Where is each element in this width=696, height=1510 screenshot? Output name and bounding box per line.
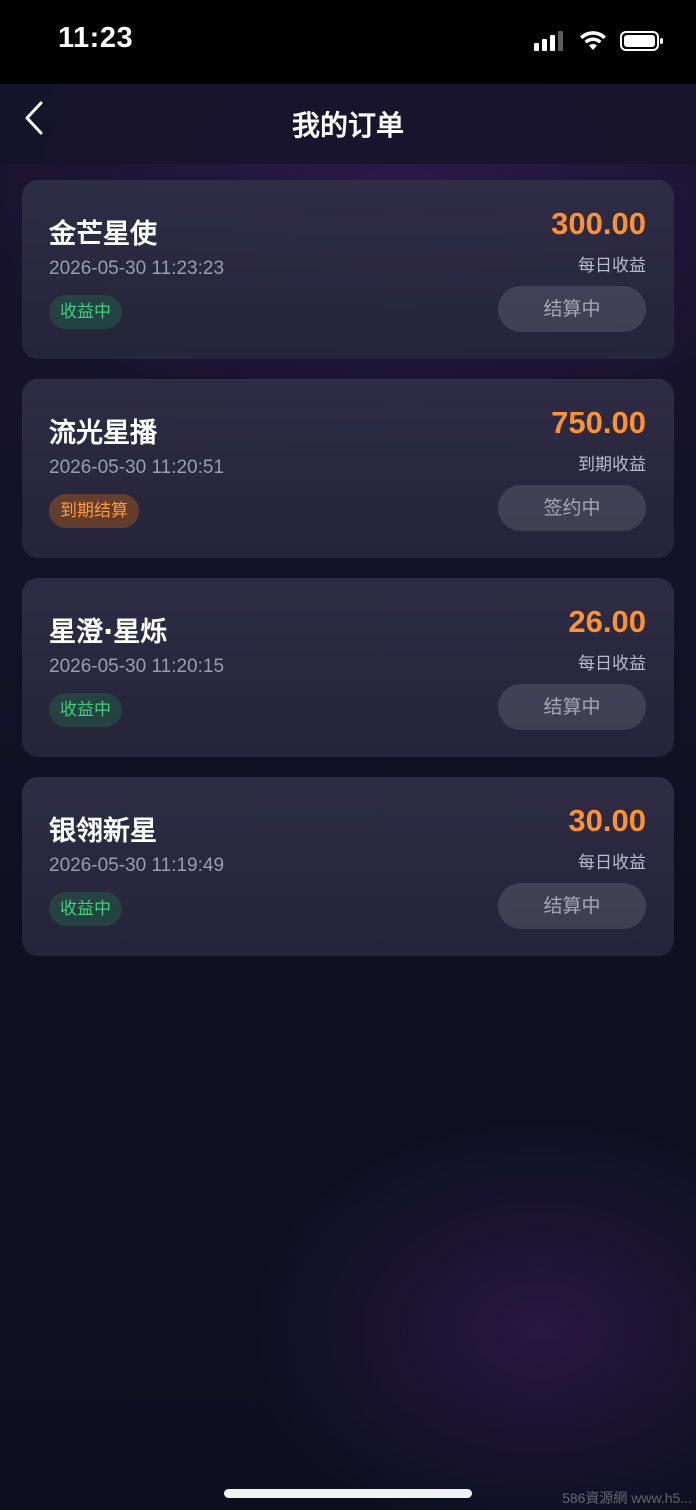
order-time: 2026-05-30 11:19:49 (49, 855, 225, 876)
settling-button[interactable]: 结算中 (498, 684, 646, 730)
amount-label: 每日收益 (578, 654, 646, 674)
order-name: 金芒星使 (49, 219, 157, 250)
status-badge: 到期结算 (49, 494, 139, 528)
order-card[interactable]: 金芒星使 2026-05-30 11:23:23 收益中 300.00 每日收益… (22, 180, 674, 359)
order-amount: 26.00 (568, 604, 646, 639)
order-card[interactable]: 星澄·星烁 2026-05-30 11:20:15 收益中 26.00 每日收益… (22, 578, 674, 757)
wifi-icon (578, 30, 608, 56)
signing-button[interactable]: 签约中 (498, 485, 646, 531)
amount-label: 每日收益 (578, 853, 646, 873)
cellular-signal-icon (534, 30, 566, 56)
order-card[interactable]: 流光星播 2026-05-30 11:20:51 到期结算 750.00 到期收… (22, 379, 674, 558)
status-bar: 11:23 (0, 0, 696, 84)
page-title: 我的订单 (291, 109, 404, 142)
order-amount: 750.00 (551, 405, 646, 440)
battery-icon (620, 30, 664, 56)
status-badge: 收益中 (49, 295, 122, 329)
order-name: 银翎新星 (49, 816, 157, 847)
status-badge: 收益中 (49, 693, 122, 727)
watermark: 586資源網 www.h5... (562, 1490, 692, 1506)
order-list: 金芒星使 2026-05-30 11:23:23 收益中 300.00 每日收益… (22, 180, 674, 976)
home-indicator[interactable] (224, 1489, 472, 1498)
status-icons (534, 30, 664, 56)
amount-label: 每日收益 (578, 256, 646, 276)
status-time: 11:23 (58, 22, 134, 54)
order-name: 流光星播 (49, 418, 157, 449)
order-card[interactable]: 银翎新星 2026-05-30 11:19:49 收益中 30.00 每日收益 … (22, 777, 674, 956)
nav-bar: 我的订单 (0, 84, 696, 164)
status-badge: 收益中 (49, 892, 122, 926)
order-time: 2026-05-30 11:20:51 (49, 457, 225, 478)
order-name: 星澄·星烁 (49, 617, 168, 648)
amount-label: 到期收益 (578, 455, 646, 475)
order-time: 2026-05-30 11:23:23 (49, 258, 225, 279)
order-amount: 30.00 (568, 803, 646, 838)
settling-button[interactable]: 结算中 (498, 883, 646, 929)
settling-button[interactable]: 结算中 (498, 286, 646, 332)
order-time: 2026-05-30 11:20:15 (49, 656, 225, 677)
order-amount: 300.00 (551, 206, 646, 241)
